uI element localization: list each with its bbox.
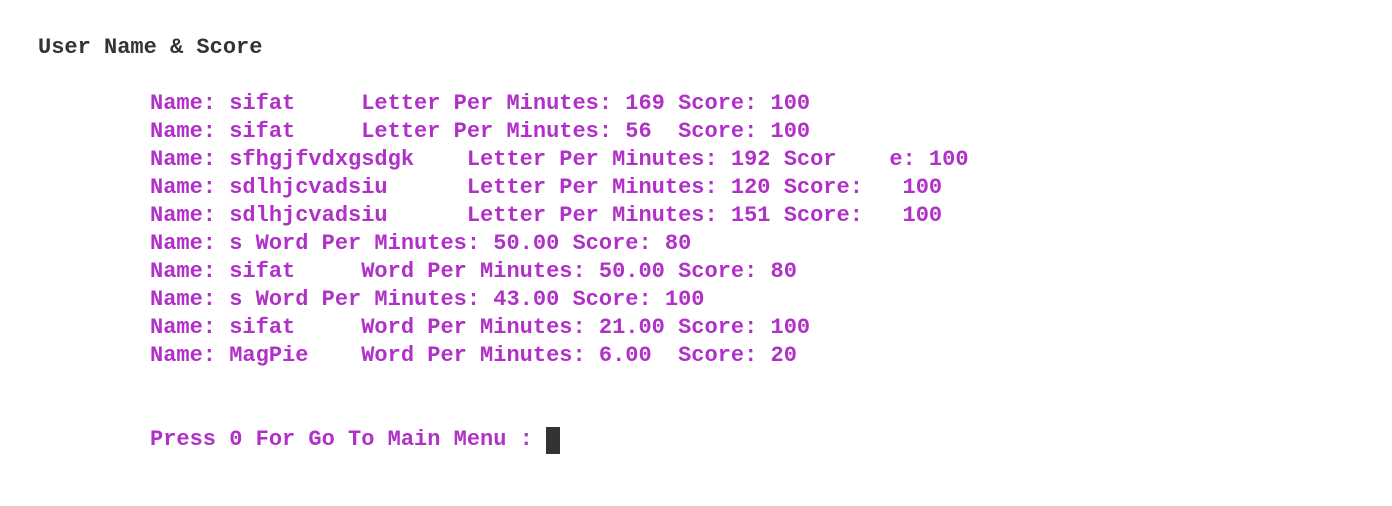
score-record: Name: s Word Per Minutes: 50.00 Score: 8… [150, 231, 692, 256]
score-record: Name: sifat Word Per Minutes: 50.00 Scor… [150, 259, 797, 284]
menu-prompt-text: Press 0 For Go To Main Menu : [150, 427, 547, 452]
text-cursor[interactable] [546, 426, 561, 454]
score-record: Name: sifat Letter Per Minutes: 56 Score… [150, 119, 811, 144]
score-record: Name: sdlhjcvadsiu Letter Per Minutes: 1… [150, 203, 943, 228]
score-record: Name: sifat Word Per Minutes: 21.00 Scor… [150, 315, 811, 340]
score-record: Name: MagPie Word Per Minutes: 6.00 Scor… [150, 343, 797, 368]
score-list: Name: sifat Letter Per Minutes: 169 Scor… [150, 90, 969, 370]
score-heading: User Name & Score [38, 35, 263, 60]
score-record: Name: sdlhjcvadsiu Letter Per Minutes: 1… [150, 175, 943, 200]
menu-prompt[interactable]: Press 0 For Go To Main Menu : [150, 426, 561, 454]
score-record: Name: sfhgjfvdxgsdgk Letter Per Minutes:… [150, 147, 969, 172]
terminal-window: User Name & Score Name: sifat Letter Per… [0, 0, 1392, 506]
score-record: Name: s Word Per Minutes: 43.00 Score: 1… [150, 287, 705, 312]
score-record: Name: sifat Letter Per Minutes: 169 Scor… [150, 91, 811, 116]
